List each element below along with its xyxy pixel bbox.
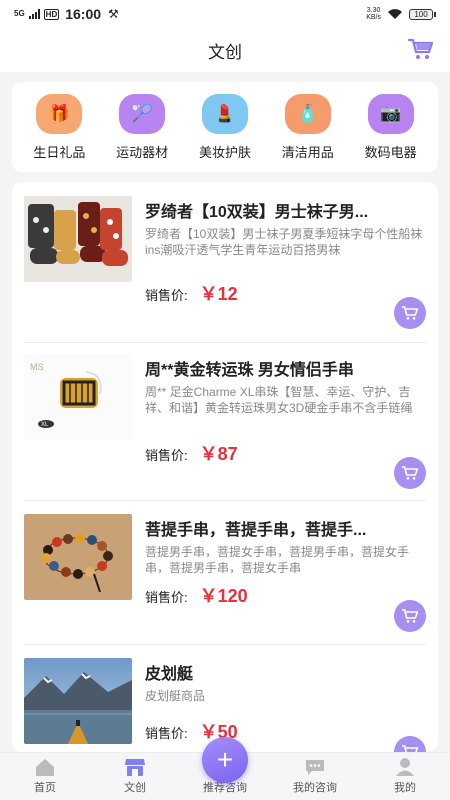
category-bar: 🎁 生日礼品 🏸 运动器材 💄 美妆护肤 🧴 清洁用品 📷 数码电器 <box>12 82 438 172</box>
shop-icon <box>125 759 145 776</box>
product-image-gold-bead[interactable]: MS XL <box>24 354 132 440</box>
badminton-icon: 🏸 <box>119 93 166 134</box>
add-to-cart-button[interactable] <box>394 600 426 632</box>
category-cleaning-supplies[interactable]: 🧴 清洁用品 <box>269 93 347 161</box>
product-price: ￥87 <box>199 444 238 464</box>
product-image-kayak[interactable] <box>24 658 132 744</box>
product-title: 罗绮者【10双装】男士袜子男... <box>145 204 369 221</box>
wifi-icon <box>388 9 402 19</box>
plus-icon: + <box>216 744 234 775</box>
product-title: 皮划艇 <box>145 666 194 683</box>
add-to-cart-button[interactable] <box>394 736 426 752</box>
user-icon <box>396 758 414 776</box>
tab-my-consultations[interactable]: 我的咨询 <box>270 753 360 800</box>
price-row: 销售价: ￥12 <box>145 280 238 306</box>
category-birthday-gifts[interactable]: 🎁 生日礼品 <box>20 93 98 161</box>
price-label: 销售价: <box>145 288 188 303</box>
product-item[interactable]: 罗绮者【10双装】男士袜子男... 罗绮者【10双装】男士袜子男夏季短袜字母个性… <box>12 182 438 332</box>
product-price: ￥120 <box>199 586 248 606</box>
category-digital-electronics[interactable]: 📷 数码电器 <box>352 93 430 161</box>
signal-bars-icon <box>28 9 40 19</box>
status-bar: 5G HD 16:00 ⚒ 3.30 KB/s 100 <box>0 0 450 28</box>
add-to-cart-button[interactable] <box>394 297 426 329</box>
camera-icon: 📷 <box>367 93 414 134</box>
tab-home[interactable]: 首页 <box>0 753 90 800</box>
svg-text:XL: XL <box>41 422 49 428</box>
category-label: 美妆护肤 <box>198 144 251 160</box>
svg-text:MS: MS <box>30 362 44 372</box>
product-description: 罗绮者【10双装】男士袜子男夏季短袜字母个性船袜ins潮吸汗透气学生青年运动百搭… <box>145 227 423 257</box>
tab-mine[interactable]: 我的 <box>360 753 450 800</box>
home-icon <box>36 759 54 776</box>
price-row: 销售价: ￥87 <box>145 440 238 466</box>
page-title: 文创 <box>208 42 242 62</box>
product-item[interactable]: 菩提手串，菩提手串，菩提手... 菩提男手串，菩提女手串，菩提男手串，菩提女手串… <box>12 500 438 650</box>
cart-icon <box>402 306 419 320</box>
product-description: 皮划艇商品 <box>145 689 206 703</box>
cart-icon <box>402 466 419 480</box>
gift-icon: 🎁 <box>36 93 83 134</box>
spray-bottle-icon: 🧴 <box>284 93 331 134</box>
add-consultation-button[interactable]: + <box>202 737 248 783</box>
signal-type: 5G <box>14 9 25 18</box>
page-header: 文创 <box>0 28 450 72</box>
tools-icon: ⚒ <box>108 7 119 21</box>
price-label: 销售价: <box>145 590 188 605</box>
network-speed: 3.30 KB/s <box>366 7 381 21</box>
status-time: 16:00 <box>65 6 102 22</box>
product-image-bracelet[interactable] <box>24 514 132 600</box>
product-list: 罗绮者【10双装】男士袜子男... 罗绮者【10双装】男士袜子男夏季短袜字母个性… <box>12 182 438 752</box>
tab-cultural-creative[interactable]: 文创 <box>90 753 180 800</box>
category-label: 清洁用品 <box>281 144 334 160</box>
category-sports-equipment[interactable]: 🏸 运动器材 <box>103 93 181 161</box>
cosmetics-icon: 💄 <box>201 93 248 134</box>
hd-badge: HD <box>43 8 60 20</box>
cart-icon[interactable] <box>408 37 434 61</box>
product-title: 周**黄金转运珠 男女情侣手串 <box>145 362 354 379</box>
product-title: 菩提手串，菩提手串，菩提手... <box>145 522 367 539</box>
product-image-socks[interactable] <box>24 196 132 282</box>
price-label: 销售价: <box>145 448 188 463</box>
tab-label: 文创 <box>124 782 146 794</box>
tab-label: 我的咨询 <box>293 782 337 794</box>
category-label: 运动器材 <box>116 144 169 160</box>
category-cosmetics[interactable]: 💄 美妆护肤 <box>186 93 264 161</box>
product-price: ￥12 <box>199 284 238 304</box>
add-to-cart-button[interactable] <box>394 457 426 489</box>
product-item[interactable]: MS XL 周**黄金转运珠 男女情侣手串 周** 足金Charme XL串珠【… <box>12 340 438 490</box>
product-description: 周** 足金Charme XL串珠【智慧、幸运、守护、吉祥、和谐】黄金转运珠男女… <box>145 385 413 415</box>
cart-icon <box>402 609 419 623</box>
tab-label: 我的 <box>394 782 416 794</box>
product-description: 菩提男手串，菩提女手串，菩提男手串，菩提女手串，菩提男手串，菩提女手串 <box>145 545 410 575</box>
category-label: 生日礼品 <box>33 144 86 160</box>
price-row: 销售价: ￥120 <box>145 582 248 608</box>
category-label: 数码电器 <box>364 144 417 160</box>
chat-icon <box>306 760 324 775</box>
cart-icon <box>402 745 419 752</box>
price-label: 销售价: <box>145 726 188 741</box>
product-item[interactable]: 皮划艇 皮划艇商品 销售价: ￥50 <box>12 644 438 752</box>
tab-label: 首页 <box>34 782 56 794</box>
battery-icon: 100 <box>409 8 436 20</box>
